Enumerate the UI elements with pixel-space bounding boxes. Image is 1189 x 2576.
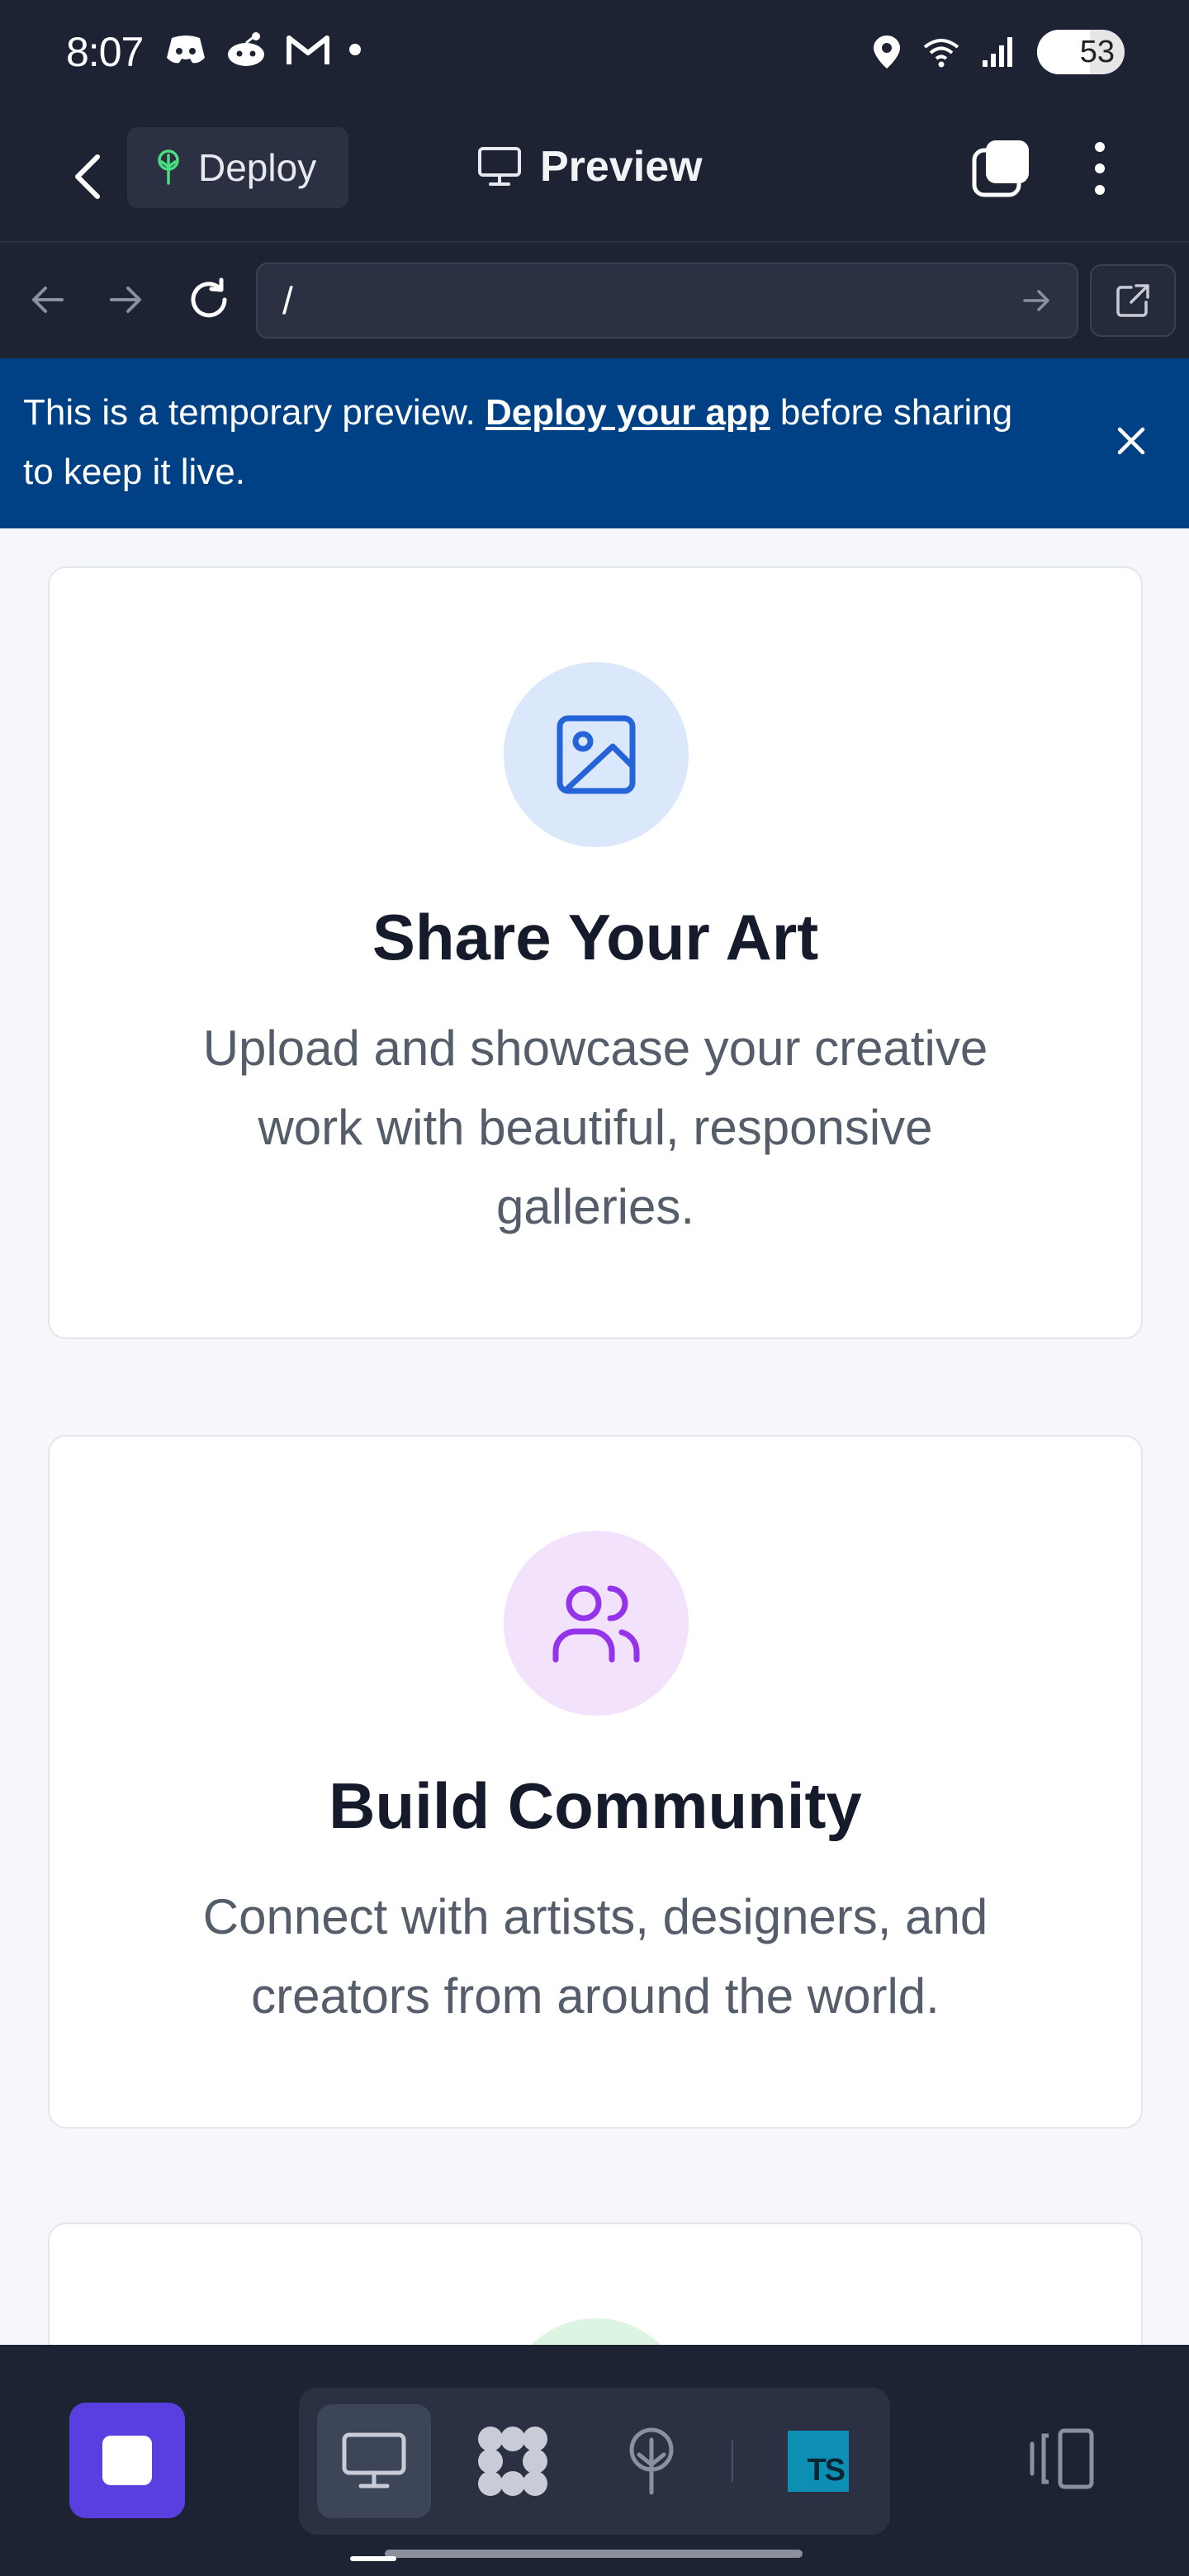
back-button[interactable] — [54, 144, 121, 210]
app-bar: Deploy Preview — [0, 111, 1189, 243]
tool-group: TS — [299, 2388, 890, 2535]
typescript-icon: TS — [788, 2431, 849, 2492]
wifi-icon — [923, 39, 959, 68]
gesture-bar — [385, 2550, 803, 2558]
monitor-icon — [342, 2432, 406, 2488]
toolbar-divider — [732, 2441, 733, 2482]
battery-indicator: 53 — [1037, 30, 1125, 74]
nav-back-button[interactable] — [18, 271, 76, 329]
deploy-app-link[interactable]: Deploy your app — [486, 392, 770, 433]
card-description: Upload and showcase your creative work w… — [202, 1020, 988, 1234]
feature-card: Share Your Art Upload and showcase your … — [48, 566, 1143, 1339]
arrow-right-icon — [110, 286, 141, 313]
monitor-icon — [478, 147, 521, 186]
signal-icon — [983, 37, 1012, 67]
location-icon — [874, 36, 900, 69]
arrow-right-icon — [1023, 290, 1049, 311]
bottom-toolbar: TS — [0, 2345, 1189, 2576]
users-icon — [552, 1585, 640, 1663]
url-go-button[interactable] — [1017, 281, 1057, 320]
url-input[interactable]: / — [256, 263, 1078, 339]
banner-text-start: This is a temporary preview. — [23, 392, 486, 433]
page-title: Preview — [477, 142, 703, 192]
window-switch-button[interactable] — [968, 135, 1034, 201]
system-icons: 53 — [872, 30, 1125, 74]
close-icon — [1117, 427, 1145, 455]
gesture-indicator — [350, 2556, 396, 2561]
temporary-preview-banner: This is a temporary preview. Deploy your… — [0, 358, 1189, 528]
status-time: 8:07 — [66, 29, 144, 75]
url-value: / — [282, 279, 293, 322]
banner-close-button[interactable] — [1106, 416, 1156, 466]
open-external-button[interactable] — [1090, 264, 1176, 337]
panel-toggle-button[interactable] — [1016, 2417, 1106, 2500]
card-title: Build Community — [329, 1769, 862, 1842]
dot-icon — [349, 44, 361, 55]
battery-level: 53 — [1079, 34, 1115, 69]
workflow-tool-button[interactable] — [456, 2404, 570, 2518]
workflow-icon — [478, 2427, 547, 2496]
tabs-icon — [972, 140, 1029, 197]
stop-button[interactable] — [69, 2403, 185, 2518]
notification-icons — [165, 31, 362, 68]
discord-icon — [167, 36, 205, 64]
more-options-button[interactable] — [1075, 135, 1125, 201]
nav-forward-button[interactable] — [97, 271, 155, 329]
image-icon — [557, 715, 636, 794]
page-title-label: Preview — [540, 143, 703, 191]
status-bar: 8:07 53 — [0, 0, 1189, 111]
card-icon-circle — [504, 1531, 689, 1716]
deploy-button[interactable]: Deploy — [127, 127, 348, 208]
arrow-left-icon — [32, 286, 64, 313]
typescript-tool-button[interactable]: TS — [761, 2404, 875, 2518]
panel-icon — [1030, 2428, 1094, 2489]
preview-tool-button[interactable] — [317, 2404, 431, 2518]
deploy-icon — [158, 149, 179, 185]
gmail-icon — [287, 36, 329, 64]
reddit-icon — [228, 32, 264, 66]
reload-button[interactable] — [180, 271, 238, 329]
deploy-label: Deploy — [198, 146, 317, 189]
reload-icon — [191, 277, 227, 318]
deploy-icon — [629, 2427, 674, 2495]
url-bar: / — [0, 243, 1189, 358]
external-link-icon — [1116, 284, 1149, 317]
stop-icon — [102, 2436, 152, 2485]
card-icon-circle — [504, 662, 689, 847]
card-title: Share Your Art — [372, 901, 819, 973]
chevron-left-icon — [75, 154, 100, 199]
feature-card: Build Community Connect with artists, de… — [48, 1435, 1143, 2129]
card-description: Connect with artists, designers, and cre… — [202, 1889, 988, 2024]
deploy-tool-button[interactable] — [594, 2404, 708, 2518]
